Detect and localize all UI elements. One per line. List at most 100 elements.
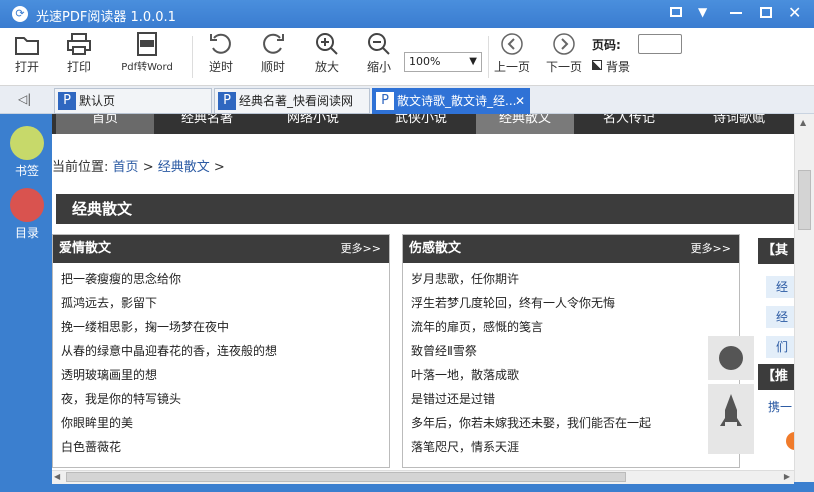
chevron-down-icon: ▼ bbox=[469, 56, 477, 67]
list-item[interactable]: 岁月悲歌，任你期许 bbox=[403, 267, 739, 291]
zoom-in-label: 放大 bbox=[314, 60, 339, 74]
maximize-icon[interactable] bbox=[760, 7, 772, 18]
vertical-scrollbar[interactable]: ▲ bbox=[794, 114, 814, 482]
toolbar: 打开 打印 Pdf转Word 逆时 顺时 放大 缩小 100% ▼ 上一页 下一… bbox=[0, 28, 814, 86]
rotate-cw-icon bbox=[263, 33, 284, 54]
breadcrumb-home-link[interactable]: 首页 bbox=[113, 160, 139, 175]
zoom-out-label: 缩小 bbox=[366, 60, 391, 74]
zoom-out-icon bbox=[368, 33, 390, 55]
dropdown-icon[interactable]: ▼ bbox=[698, 5, 707, 19]
zoom-out-button[interactable]: 缩小 bbox=[364, 32, 394, 75]
list-item[interactable]: 落笔咫尺，情系天涯 bbox=[403, 435, 739, 459]
nav-item[interactable]: 首页 bbox=[56, 114, 154, 134]
nav-item[interactable]: 名人传记 bbox=[574, 114, 684, 134]
right-link[interactable]: 们 bbox=[766, 336, 794, 358]
panel-header: 爱情散文 更多>> bbox=[53, 235, 389, 263]
list-item[interactable]: 从春的绿意中晶迎春花的香，连夜般的想 bbox=[53, 339, 389, 363]
more-link[interactable]: 更多>> bbox=[341, 235, 381, 263]
collapse-sidebar-icon[interactable]: ◁| bbox=[18, 92, 31, 106]
open-label: 打开 bbox=[14, 60, 39, 74]
right-link[interactable]: 携一 bbox=[768, 398, 794, 415]
right-link[interactable]: 经 bbox=[766, 306, 794, 328]
breadcrumb: 当前位置: 首页 > 经典散文 > bbox=[52, 156, 225, 175]
prev-page-button[interactable]: 上一页 bbox=[494, 32, 530, 75]
scrollbar-thumb[interactable] bbox=[66, 472, 626, 482]
title-bar: ⟳ 光速PDF阅读器 1.0.0.1 ▼ ✕ bbox=[0, 0, 814, 28]
toc-button[interactable]: 目录 bbox=[8, 188, 46, 241]
list-item[interactable]: 透明玻璃画里的想 bbox=[53, 363, 389, 387]
scroll-up-icon[interactable]: ▲ bbox=[800, 118, 806, 127]
scroll-left-icon[interactable]: ◀ bbox=[54, 472, 60, 481]
list-item[interactable]: 多年后，你若未嫁我还未娶，我们能否在一起 bbox=[403, 411, 739, 435]
nav-item[interactable]: 诗词歌赋 bbox=[684, 114, 794, 134]
back-to-top-button[interactable] bbox=[708, 384, 754, 454]
bookmarks-button[interactable]: 书签 bbox=[8, 126, 46, 179]
panel-love-essays: 爱情散文 更多>> 把一袭瘦瘦的思念给你 孤鸿远去，影留下 挽一缕相思影，掬一场梦… bbox=[52, 234, 390, 468]
tab-label: 经典名著_快看阅读网 bbox=[239, 94, 354, 108]
right-panel-header: 【其 bbox=[758, 238, 794, 264]
bookmark-icon bbox=[10, 126, 44, 160]
list-item[interactable]: 浮生若梦几度轮回，终有一人令你无悔 bbox=[403, 291, 739, 315]
scrollbar-thumb[interactable] bbox=[798, 170, 811, 230]
pdf2word-button[interactable]: Pdf转Word bbox=[118, 32, 176, 73]
nav-item[interactable]: 经典散文 bbox=[476, 114, 574, 134]
breadcrumb-prefix: 当前位置: bbox=[52, 160, 109, 175]
document-view: 首页 经典名著 网络小说 武侠小说 经典散文 名人传记 诗词歌赋 当前位置: 首… bbox=[52, 114, 794, 482]
sidebar: 书签 目录 bbox=[0, 114, 52, 492]
print-button[interactable]: 打印 bbox=[64, 32, 94, 75]
tab-bar: ◁| P 默认页 P 经典名著_快看阅读网 P 散文诗歌_散文诗_经... ✕ bbox=[0, 86, 814, 114]
breadcrumb-separator: > bbox=[142, 160, 154, 175]
arrow-left-icon bbox=[501, 33, 523, 55]
zoom-in-button[interactable]: 放大 bbox=[312, 32, 342, 75]
breadcrumb-separator: > bbox=[213, 160, 225, 175]
breadcrumb-section-link[interactable]: 经典散文 bbox=[158, 160, 210, 175]
edit-float-button[interactable] bbox=[708, 336, 754, 380]
list-item[interactable]: 是错过还是过错 bbox=[403, 387, 739, 411]
pdf-tab-icon: P bbox=[218, 92, 236, 110]
nav-item[interactable]: 经典名著 bbox=[154, 114, 260, 134]
rotate-ccw-label: 逆时 bbox=[208, 60, 233, 74]
chat-icon[interactable] bbox=[670, 7, 682, 17]
pdf-document-icon bbox=[137, 32, 157, 56]
nav-item[interactable]: 武侠小说 bbox=[366, 114, 476, 134]
zoom-select[interactable]: 100% ▼ bbox=[404, 52, 482, 72]
list-item[interactable]: 叶落一地，散落成歌 bbox=[403, 363, 739, 387]
page-number-input[interactable] bbox=[638, 34, 682, 54]
more-link[interactable]: 更多>> bbox=[691, 235, 731, 263]
list-item[interactable]: 你眼眸里的美 bbox=[53, 411, 389, 435]
background-button[interactable]: 背景 bbox=[606, 58, 630, 75]
tab-close-icon[interactable]: ✕ bbox=[515, 89, 525, 113]
minimize-icon[interactable] bbox=[730, 12, 742, 14]
zoom-in-icon bbox=[316, 33, 338, 55]
list-item[interactable]: 白色蔷薇花 bbox=[53, 435, 389, 459]
pen-icon bbox=[719, 346, 743, 370]
list-item[interactable]: 夜，我是你的特写镜头 bbox=[53, 387, 389, 411]
folder-icon bbox=[15, 37, 39, 55]
rotate-cw-label: 顺时 bbox=[260, 60, 285, 74]
list-item[interactable]: 流年的扉页，感慨的笺言 bbox=[403, 315, 739, 339]
next-page-button[interactable]: 下一页 bbox=[546, 32, 582, 75]
prev-page-label: 上一页 bbox=[494, 60, 531, 74]
list-item[interactable]: 致曾经Ⅱ雪祭 bbox=[403, 339, 739, 363]
zoom-value: 100% bbox=[409, 55, 441, 68]
toolbar-divider bbox=[192, 36, 193, 78]
tab-classics[interactable]: P 经典名著_快看阅读网 bbox=[214, 88, 370, 114]
right-link[interactable]: 经 bbox=[766, 276, 794, 298]
open-button[interactable]: 打开 bbox=[12, 32, 42, 75]
list-icon bbox=[10, 188, 44, 222]
pdf-tab-icon: P bbox=[376, 92, 394, 110]
horizontal-scrollbar[interactable]: ◀ ▶ bbox=[52, 470, 794, 484]
arrow-right-icon bbox=[553, 33, 575, 55]
rotate-ccw-button[interactable]: 逆时 bbox=[206, 32, 236, 75]
tab-default[interactable]: P 默认页 bbox=[54, 88, 212, 114]
list-item[interactable]: 孤鸿远去，影留下 bbox=[53, 291, 389, 315]
scroll-right-icon[interactable]: ▶ bbox=[784, 472, 790, 481]
next-page-label: 下一页 bbox=[546, 60, 583, 74]
list-item[interactable]: 把一袭瘦瘦的思念给你 bbox=[53, 267, 389, 291]
page-label: 页码: bbox=[592, 38, 621, 52]
list-item[interactable]: 挽一缕相思影，掬一场梦在夜中 bbox=[53, 315, 389, 339]
rotate-cw-button[interactable]: 顺时 bbox=[258, 32, 288, 75]
tab-essays[interactable]: P 散文诗歌_散文诗_经... ✕ bbox=[372, 88, 530, 114]
close-icon[interactable]: ✕ bbox=[788, 3, 801, 22]
nav-item[interactable]: 网络小说 bbox=[260, 114, 366, 134]
